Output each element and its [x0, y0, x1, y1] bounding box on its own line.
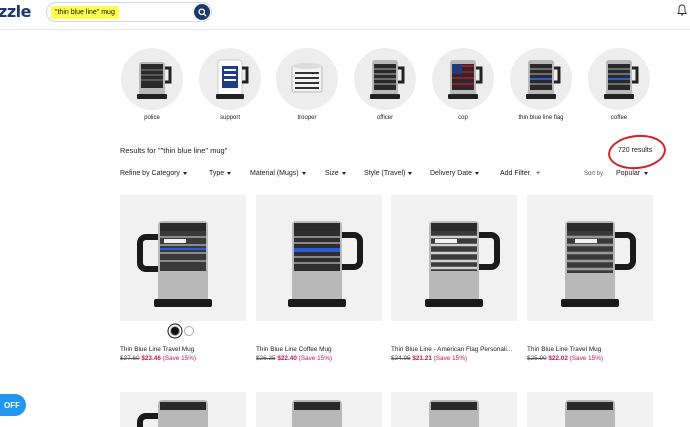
category-trooper[interactable]: trooper [276, 48, 338, 121]
site-logo[interactable]: zzle [0, 2, 31, 21]
sort-dropdown[interactable]: Popular [616, 170, 649, 177]
color-swatches [170, 326, 194, 336]
annotation-circle [606, 132, 668, 172]
chevron-down-icon [182, 172, 187, 175]
results-heading: Results for ""thin blue line" mug" [120, 146, 228, 155]
category-image [121, 48, 183, 110]
category-image [432, 48, 494, 110]
filter-label: Add Filter [500, 170, 530, 177]
filter-label: Material (Mugs) [250, 170, 299, 177]
product-price: $25.90 $22.02 (Save 15%) [527, 355, 603, 362]
plus-icon: + [535, 170, 541, 177]
product-image[interactable] [527, 195, 653, 321]
chevron-down-icon [475, 172, 480, 175]
sale-price: $22.40 [277, 355, 297, 362]
search-button[interactable] [194, 4, 210, 20]
original-price: $26.35 [256, 355, 276, 362]
filter-label: Delivery Date [430, 170, 473, 177]
category-image [276, 48, 338, 110]
search-bar[interactable]: "thin blue line" mug [46, 2, 212, 22]
category-label: officer [376, 115, 394, 121]
original-price: $25.90 [527, 355, 547, 362]
category-label: support [219, 115, 240, 121]
filter-size[interactable]: Size [325, 170, 346, 177]
product-image[interactable] [120, 195, 246, 321]
savings-label: (Save 15%) [162, 355, 197, 362]
category-image [588, 48, 650, 110]
product-card[interactable] [391, 392, 517, 427]
chevron-down-icon [644, 172, 649, 175]
chevron-down-icon [301, 172, 306, 175]
product-price: $24.95 $21.21 (Save 15%) [391, 355, 467, 362]
product-card[interactable] [120, 392, 246, 427]
promo-off-button[interactable]: OFF [0, 394, 26, 416]
original-price: $24.95 [391, 355, 411, 362]
category-label: cop [458, 115, 468, 121]
sort-value: Popular [616, 170, 641, 177]
filter-label: Style (Travel) [364, 170, 406, 177]
swatch-white[interactable] [184, 326, 194, 336]
product-price: $26.35 $22.40 (Save 15%) [256, 355, 332, 362]
product-title[interactable]: Thin Blue Line Coffee Mug [256, 346, 384, 353]
category-police[interactable]: police [121, 48, 183, 121]
category-officer[interactable]: officer [354, 48, 416, 121]
original-price: $27.60 [120, 355, 140, 362]
category-image [199, 48, 261, 110]
category-support[interactable]: support [199, 48, 261, 121]
category-label: coffee [610, 115, 628, 121]
promo-label: OFF [4, 400, 20, 410]
category-cop[interactable]: cop [432, 48, 494, 121]
filter-label: Refine by Category [120, 170, 180, 177]
product-card[interactable] [527, 392, 653, 427]
filter-label: Type [209, 170, 225, 177]
product-title[interactable]: Thin Blue Line - American Flag Personali… [391, 346, 519, 353]
chevron-down-icon [408, 172, 413, 175]
chevron-down-icon [341, 172, 346, 175]
category-label: police [144, 115, 160, 121]
category-label: trooper [297, 115, 317, 121]
category-image [510, 48, 572, 110]
filter-refine-by-category[interactable]: Refine by Category [120, 170, 187, 177]
filter-add[interactable]: Add Filter + [500, 170, 540, 177]
product-card[interactable]: Thin Blue Line Coffee Mug $26.35 $22.40 … [256, 195, 382, 362]
category-label: thin blue line flag [518, 115, 564, 121]
search-icon [197, 7, 207, 17]
search-input[interactable]: "thin blue line" mug [51, 6, 119, 19]
swatch-black[interactable] [170, 326, 180, 336]
product-image[interactable] [391, 195, 517, 321]
filter-delivery-date[interactable]: Delivery Date [430, 170, 480, 177]
notification-icon[interactable] [677, 4, 687, 16]
savings-label: (Save 15%) [569, 355, 604, 362]
filter-type[interactable]: Type [209, 170, 232, 177]
savings-label: (Save 15%) [433, 355, 468, 362]
savings-label: (Save 15%) [298, 355, 333, 362]
header-divider [0, 29, 690, 30]
chevron-down-icon [227, 172, 232, 175]
product-card[interactable]: Thin Blue Line Travel Mug $25.90 $22.02 … [527, 195, 653, 362]
category-thin-blue-line-flag[interactable]: thin blue line flag [510, 48, 572, 121]
product-image[interactable] [256, 195, 382, 321]
category-image [354, 48, 416, 110]
sale-price: $22.02 [548, 355, 568, 362]
sale-price: $23.46 [141, 355, 161, 362]
filter-label: Size [325, 170, 339, 177]
filter-material[interactable]: Material (Mugs) [250, 170, 306, 177]
product-card[interactable]: Thin Blue Line Travel Mug $27.60 $23.46 … [120, 195, 246, 362]
sale-price: $21.21 [412, 355, 432, 362]
category-coffee[interactable]: coffee [588, 48, 650, 121]
sort-label: Sort by: [584, 171, 605, 177]
product-card[interactable]: Thin Blue Line - American Flag Personali… [391, 195, 517, 362]
product-title[interactable]: Thin Blue Line Travel Mug [120, 346, 248, 353]
product-price: $27.60 $23.46 (Save 15%) [120, 355, 196, 362]
product-card[interactable] [256, 392, 382, 427]
filter-style[interactable]: Style (Travel) [364, 170, 413, 177]
product-title[interactable]: Thin Blue Line Travel Mug [527, 346, 655, 353]
